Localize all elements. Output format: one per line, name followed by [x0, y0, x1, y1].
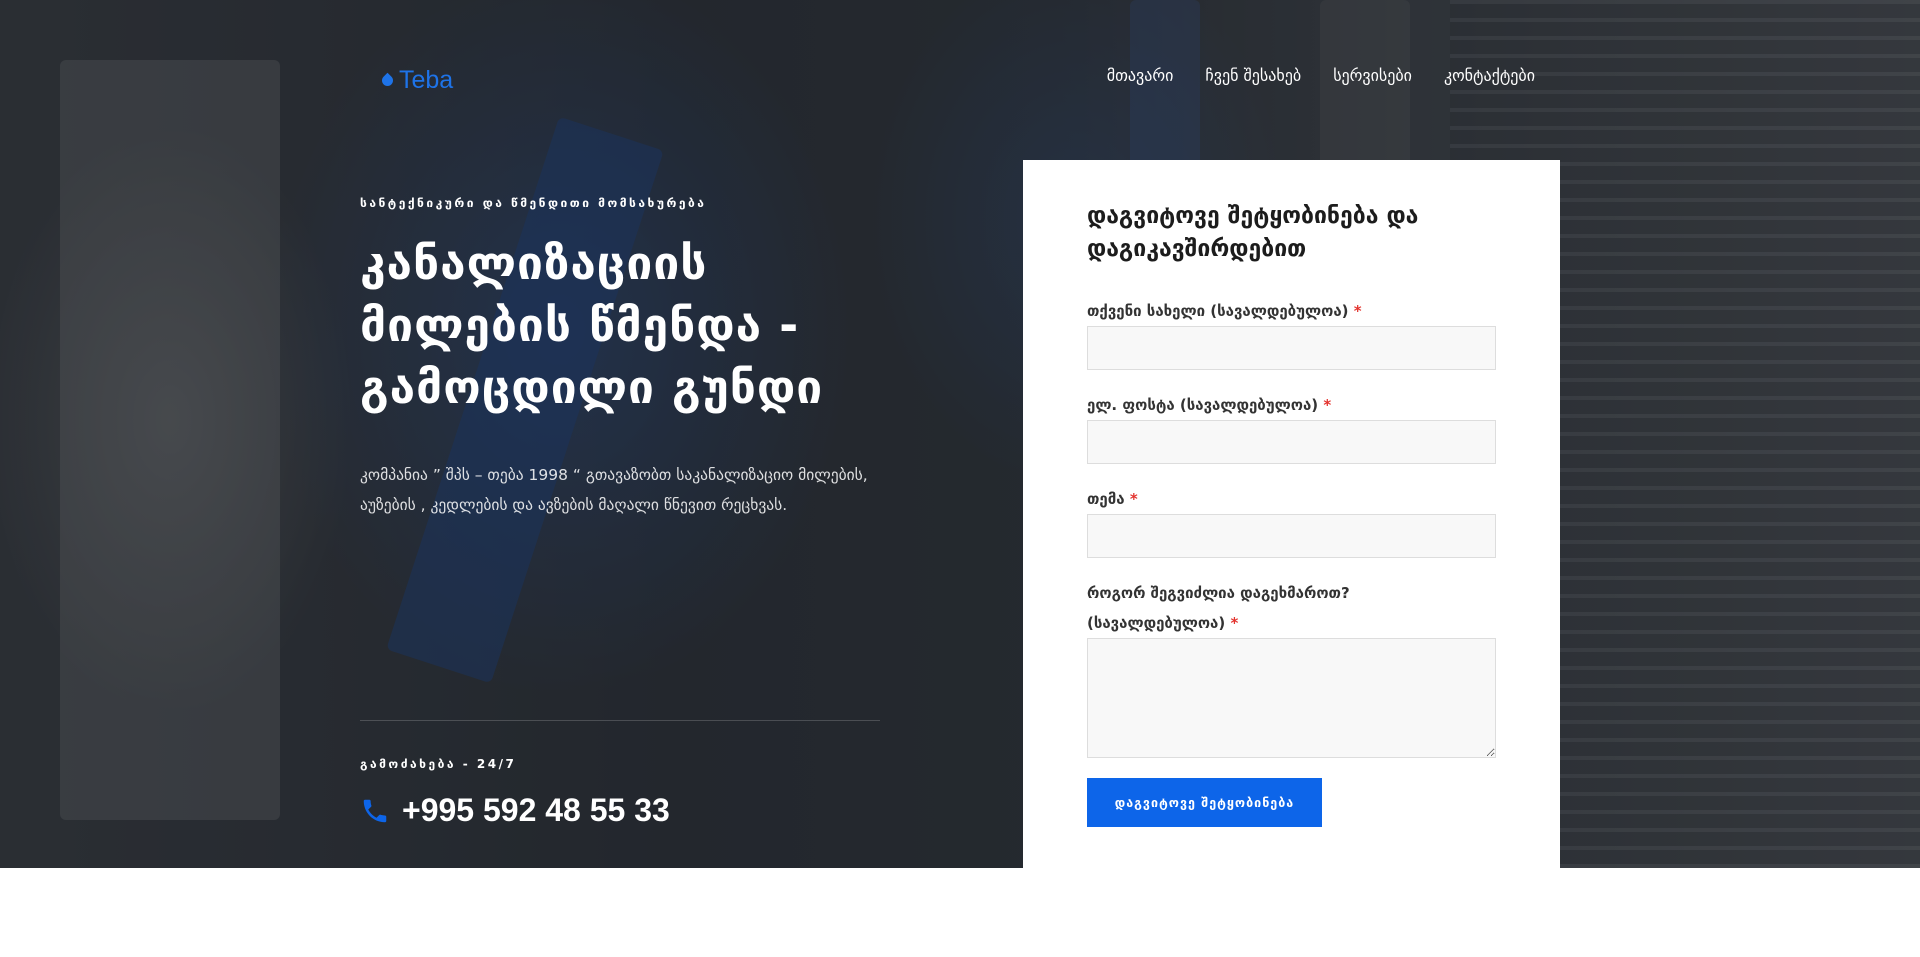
nav-item-contacts[interactable]: კონტაქტები [1444, 66, 1535, 85]
hero-title-line: მილების წმენდა - [360, 298, 800, 352]
hero-description: კომპანია ” შპს – თება 1998 “ გთავაზობთ ს… [360, 460, 880, 520]
contact-form-card: დაგვიტოვე შეტყობინება და დაგიკავშირდებით… [1023, 160, 1560, 868]
email-input[interactable] [1087, 420, 1496, 464]
hero-overlay [0, 0, 1920, 868]
subject-input[interactable] [1087, 514, 1496, 558]
water-drop-icon [379, 72, 396, 89]
phone-icon [363, 799, 387, 822]
message-label-line-required: (სავალდებულოა) * [1087, 608, 1496, 638]
name-label-text: თქვენი სახელი (სავალდებულოა) [1087, 302, 1349, 320]
logo-text: Teba [399, 66, 454, 94]
required-mark: * [1129, 490, 1138, 508]
hero-section: Teba მთავარი ჩვენ შესახებ სერვისები კონტ… [0, 0, 1920, 868]
hero-eyebrow: სანტექნიკური და წმენდითი მომსახურება [360, 196, 707, 210]
hero-title-line: გამოცდილი გუნდი [360, 360, 824, 414]
message-field-label: როგორ შეგვიძლია დაგეხმაროთ? (სავალდებულო… [1087, 578, 1496, 638]
phone-number[interactable]: +995 592 48 55 33 [360, 792, 670, 829]
subject-label-text: თემა [1087, 490, 1125, 508]
hero-title-line: კანალიზაციის [360, 236, 708, 290]
name-field-label: თქვენი სახელი (სავალდებულოა) * [1087, 296, 1496, 326]
phone-text: +995 592 48 55 33 [402, 792, 670, 828]
form-title: დაგვიტოვე შეტყობინება და დაგიკავშირდებით [1087, 203, 1419, 262]
message-label-text: (სავალდებულოა) [1087, 614, 1226, 632]
hero-description-line: აუზების , კედლების და ავზების მაღალი წნე… [360, 496, 788, 514]
main-nav: მთავარი ჩვენ შესახებ სერვისები კონტაქტებ… [1107, 66, 1535, 85]
message-label-line: როგორ შეგვიძლია დაგეხმაროთ? [1087, 584, 1350, 602]
email-field-label: ელ. ფოსტა (სავალდებულოა) * [1087, 390, 1496, 420]
submit-button[interactable]: დაგვიტოვე შეტყობინება [1087, 778, 1322, 827]
nav-item-about[interactable]: ჩვენ შესახებ [1205, 66, 1301, 85]
required-mark: * [1353, 302, 1362, 320]
required-mark: * [1323, 396, 1332, 414]
availability-label: გამოძახება - 24/7 [360, 757, 517, 771]
nav-item-home[interactable]: მთავარი [1107, 66, 1174, 85]
hero-title: კანალიზაციის მილების წმენდა - გამოცდილი … [360, 232, 880, 418]
email-label-text: ელ. ფოსტა (სავალდებულოა) [1087, 396, 1319, 414]
hero-content: სანტექნიკური და წმენდითი მომსახურება კან… [360, 196, 880, 828]
logo[interactable]: Teba [379, 66, 454, 95]
hero-divider [360, 720, 880, 721]
name-input[interactable] [1087, 326, 1496, 370]
subject-field-label: თემა * [1087, 484, 1496, 514]
nav-item-services[interactable]: სერვისები [1333, 66, 1412, 85]
site-header: Teba მთავარი ჩვენ შესახებ სერვისები კონტ… [360, 60, 1535, 100]
message-textarea[interactable] [1087, 638, 1496, 758]
required-mark: * [1230, 614, 1239, 632]
hero-description-line: კომპანია ” შპს – თება 1998 “ გთავაზობთ ს… [360, 466, 868, 484]
